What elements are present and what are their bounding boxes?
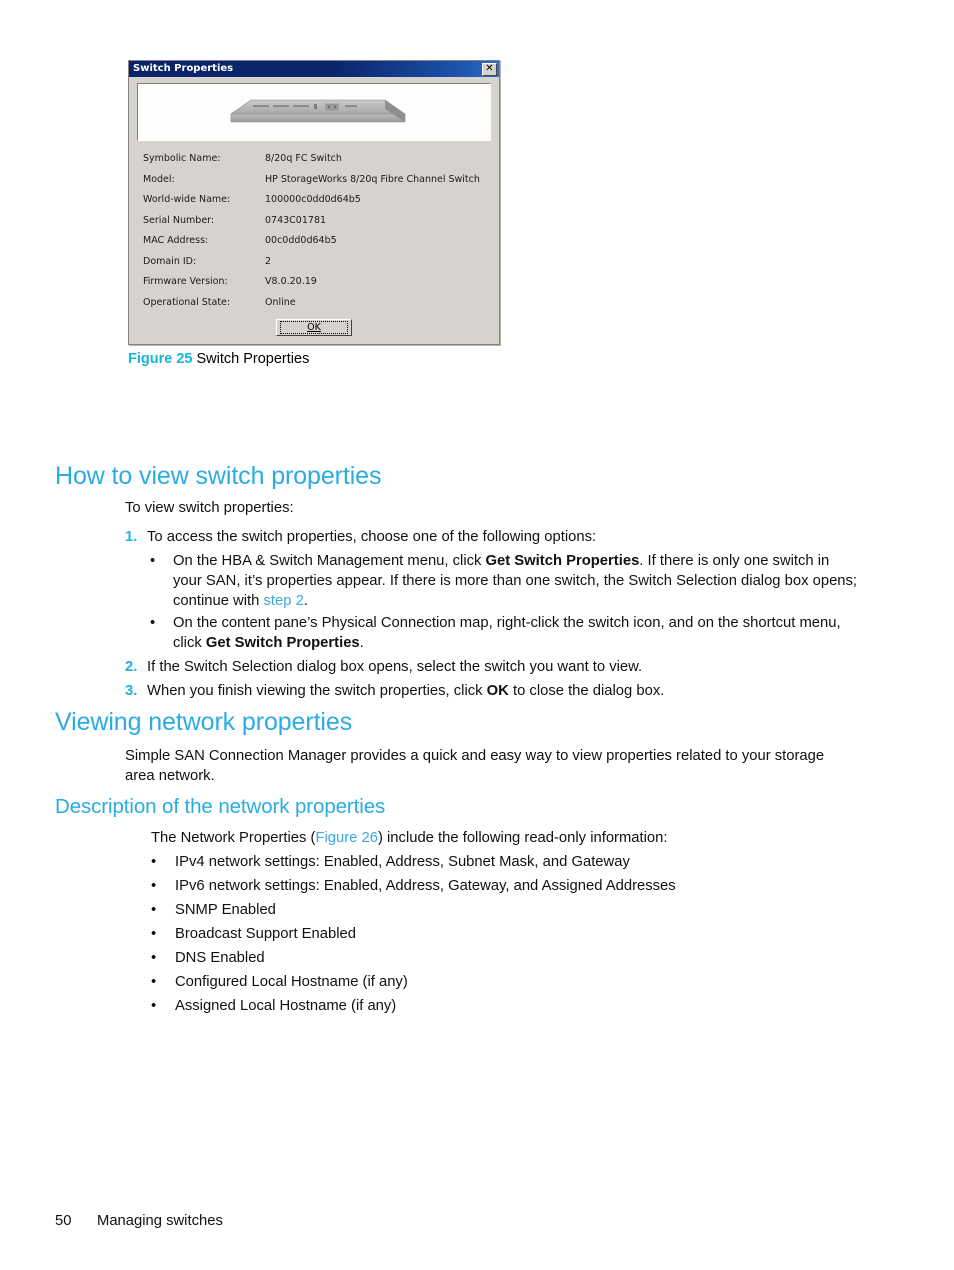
close-icon[interactable]: ✕	[482, 62, 497, 76]
figure-caption-text: Switch Properties	[196, 351, 310, 367]
switch-properties-dialog: Switch Properties ✕ Symbolic Name: 8/20q…	[128, 60, 500, 345]
list-item-network-bullet-5: • DNS Enabled	[151, 948, 911, 968]
bullet-text-part-3: .	[303, 593, 308, 610]
dialog-body: Symbolic Name: 8/20q FC Switch Model: HP…	[129, 77, 499, 344]
property-value: 0743C01781	[265, 214, 327, 226]
page-footer: 50 Managing switches	[55, 1213, 223, 1229]
bullet-bold-1: Get Switch Properties	[205, 635, 360, 652]
switch-device-svg	[230, 99, 406, 123]
table-row: Symbolic Name: 8/20q FC Switch	[143, 153, 480, 174]
dialog-titlebar: Switch Properties ✕	[129, 61, 499, 77]
bullet-icon: •	[151, 950, 157, 966]
bullet-icon: •	[150, 553, 156, 569]
bullet-text: IPv4 network settings: Enabled, Address,…	[175, 854, 630, 870]
bullet-icon: •	[151, 998, 157, 1014]
step-text: When you finish viewing the switch prope…	[147, 681, 885, 701]
switch-image-pane	[137, 83, 491, 141]
table-row: Model: HP StorageWorks 8/20q Fibre Chann…	[143, 174, 480, 195]
table-row: Serial Number: 0743C01781	[143, 215, 480, 236]
heading-how-to-view-switch-properties: How to view switch properties	[55, 462, 382, 490]
list-item-step-3: 3. When you finish viewing the switch pr…	[125, 681, 885, 701]
list-item-network-bullet-6: • Configured Local Hostname (if any)	[151, 972, 911, 992]
heading-viewing-network-properties: Viewing network properties	[55, 708, 353, 736]
list-item-network-bullet-2: • IPv6 network settings: Enabled, Addres…	[151, 876, 911, 896]
dialog-button-row: OK	[137, 319, 491, 336]
list-item-network-bullet-1: • IPv4 network settings: Enabled, Addres…	[151, 852, 911, 872]
step-text: If the Switch Selection dialog box opens…	[147, 659, 643, 675]
ok-button-text: OK	[307, 322, 321, 333]
property-value: V8.0.20.19	[265, 276, 317, 287]
cross-reference-step-2[interactable]: step 2	[263, 593, 303, 609]
step-text-after: to close the dialog box.	[508, 683, 665, 699]
property-value: HP StorageWorks 8/20q Fibre Channel Swit…	[265, 173, 480, 185]
bullet-text: On the HBA & Switch Management menu, cli…	[173, 551, 860, 612]
paragraph-viewing-network-properties: Simple SAN Connection Manager provides a…	[125, 748, 825, 785]
intro-before: The Network Properties (	[151, 830, 316, 846]
ok-button-label: OK	[280, 321, 348, 334]
bullet-text: SNMP Enabled	[175, 902, 276, 918]
list-item-step-2: 2. If the Switch Selection dialog box op…	[125, 657, 885, 677]
bullet-text: Configured Local Hostname (if any)	[175, 974, 408, 990]
intro-network-properties: The Network Properties (Figure 26) inclu…	[151, 828, 911, 848]
bullet-text: Assigned Local Hostname (if any)	[175, 998, 397, 1014]
property-label: MAC Address:	[143, 235, 209, 246]
cross-reference-figure-26[interactable]: Figure 26	[315, 830, 378, 846]
bullet-text-part-1: On the HBA & Switch Management menu, cli…	[173, 553, 486, 569]
bullet-icon: •	[151, 926, 157, 942]
table-row: Operational State: Online	[143, 297, 480, 318]
list-item-step-1: 1. To access the switch properties, choo…	[125, 527, 885, 547]
property-value: 2	[265, 255, 272, 267]
list-item-step-1-bullet-1: • On the HBA & Switch Management menu, c…	[150, 551, 860, 612]
bullet-icon: •	[151, 974, 157, 990]
step-number: 2.	[125, 659, 138, 675]
property-label: Model:	[143, 173, 175, 185]
bullet-text: IPv6 network settings: Enabled, Address,…	[175, 878, 676, 894]
bullet-text: On the content pane’s Physical Connectio…	[173, 613, 860, 653]
list-item-step-1-bullet-2: • On the content pane’s Physical Connect…	[150, 613, 860, 653]
list-item-network-bullet-4: • Broadcast Support Enabled	[151, 924, 911, 944]
intro-after: ) include the following read-only inform…	[377, 830, 668, 846]
property-value: Online	[265, 296, 296, 308]
ok-button[interactable]: OK	[276, 319, 352, 336]
step-number: 3.	[125, 683, 138, 699]
step-text-before: When you finish viewing the switch prope…	[147, 683, 487, 699]
property-value: 8/20q FC Switch	[265, 153, 342, 164]
property-label: Domain ID:	[143, 255, 197, 267]
step-text: To access the switch properties, choose …	[147, 529, 597, 545]
bullet-bold-1: Get Switch Properties	[485, 553, 640, 569]
table-row: MAC Address: 00c0dd0d64b5	[143, 235, 480, 256]
table-row: World-wide Name: 100000c0dd0d64b5	[143, 194, 480, 215]
footer-page-number: 50	[55, 1213, 72, 1229]
step-bold-ok: OK	[486, 683, 509, 699]
switch-properties-table: Symbolic Name: 8/20q FC Switch Model: HP…	[143, 153, 480, 317]
footer-chapter-title: Managing switches	[97, 1213, 223, 1229]
property-label: World-wide Name:	[143, 194, 231, 205]
figure-25-block: Switch Properties ✕ Symbolic Name: 8/20q…	[128, 60, 500, 367]
property-label: Symbolic Name:	[143, 153, 221, 164]
figure-caption: Figure 25 Switch Properties	[128, 351, 500, 367]
property-label: Serial Number:	[143, 214, 215, 226]
bullet-icon: •	[151, 854, 157, 870]
dialog-title: Switch Properties	[133, 63, 234, 74]
bullet-icon: •	[151, 902, 157, 918]
step-number: 1.	[125, 529, 138, 545]
bullet-text: DNS Enabled	[175, 950, 265, 966]
heading-description-of-network-properties: Description of the network properties	[55, 795, 386, 818]
bullet-icon: •	[150, 615, 156, 631]
table-row: Domain ID: 2	[143, 256, 480, 277]
property-value: 100000c0dd0d64b5	[265, 194, 361, 205]
list-item-network-bullet-3: • SNMP Enabled	[151, 900, 911, 920]
intro-to-view-switch-properties: To view switch properties:	[125, 500, 294, 516]
property-label: Firmware Version:	[143, 276, 228, 287]
table-row: Firmware Version: V8.0.20.19	[143, 276, 480, 297]
fc-switch-illustration	[209, 92, 419, 132]
bullet-text-part-2: .	[359, 635, 364, 652]
list-item-network-bullet-7: • Assigned Local Hostname (if any)	[151, 996, 911, 1016]
figure-number: Figure 25	[128, 351, 193, 367]
bullet-icon: •	[151, 878, 157, 894]
property-value: 00c0dd0d64b5	[265, 235, 337, 246]
property-label: Operational State:	[143, 296, 231, 308]
bullet-text: Broadcast Support Enabled	[175, 926, 356, 942]
